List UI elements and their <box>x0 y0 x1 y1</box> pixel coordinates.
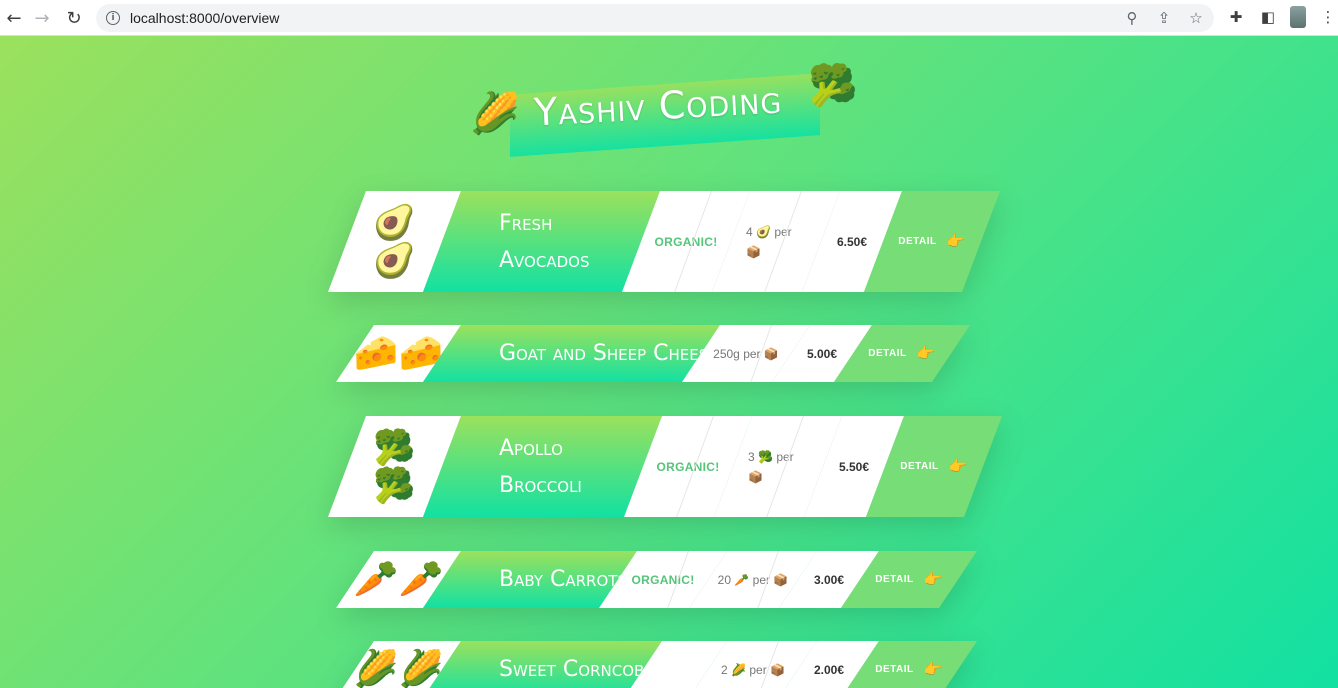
carrot-icon: 🥕 <box>734 572 750 587</box>
carrot-icon: 🥕 <box>353 558 399 600</box>
broccoli-icon: 🥦 <box>808 63 858 109</box>
zoom-icon[interactable]: ⚲ <box>1122 8 1142 28</box>
pointing-hand-icon: 👉 <box>946 232 966 250</box>
avocado-icon: 🥑 <box>756 224 771 239</box>
product-name: Apollo Broccoli <box>423 416 662 517</box>
product-card-cheese: 🧀🧀 Goat and Sheep Cheese 250g per 📦 5.00… <box>336 325 970 382</box>
pointing-hand-icon: 👉 <box>948 457 968 475</box>
product-name-text: Baby Carrots <box>499 567 627 592</box>
package-icon: 📦 <box>770 662 785 677</box>
site-info-icon[interactable]: i <box>106 11 120 25</box>
package-icon: 📦 <box>746 244 761 259</box>
site-header: 🌽 Yashiv Coding 🥦 <box>470 66 860 186</box>
forward-icon[interactable]: → <box>30 6 54 30</box>
pointing-hand-icon: 👉 <box>923 660 943 678</box>
product-name-line1: Fresh <box>499 210 553 236</box>
organic-badge: ORGANIC! <box>656 459 720 474</box>
side-panel-icon[interactable]: ◧ <box>1258 6 1278 28</box>
organic-badge: ORGANIC! <box>631 572 695 587</box>
price: 3.00€ <box>813 572 845 587</box>
product-name: Fresh Avocados <box>423 191 660 292</box>
broccoli-icon: 🥦 <box>373 465 416 506</box>
detail-label[interactable]: DETAIL <box>875 574 913 585</box>
menu-icon[interactable]: ⋮ <box>1318 6 1338 28</box>
price: 5.50€ <box>838 459 870 474</box>
back-icon[interactable]: ← <box>2 6 26 30</box>
url-text[interactable]: localhost:8000/overview <box>130 10 279 26</box>
product-name: Goat and Sheep Cheese <box>423 325 720 382</box>
quantity-per: per <box>776 449 794 464</box>
product-name-text: Goat and Sheep Cheese <box>499 341 718 366</box>
detail-label[interactable]: DETAIL <box>898 236 936 247</box>
quantity-count: 3 <box>748 449 755 464</box>
broccoli-icon: 🥦 <box>758 449 773 464</box>
corn-icon: 🌽 <box>470 91 520 137</box>
product-card-broccoli: 🥦 🥦 Apollo Broccoli ORGANIC! 3 🥦 per 📦 5… <box>328 416 1002 517</box>
package-icon: 📦 <box>773 572 789 587</box>
detail-label[interactable]: DETAIL <box>868 348 906 359</box>
package-icon: 📦 <box>748 469 763 484</box>
quantity-count: 2 <box>721 662 728 677</box>
pointing-hand-icon: 👉 <box>923 570 943 588</box>
profile-avatar[interactable] <box>1290 6 1306 28</box>
product-name-line2: Broccoli <box>499 472 582 498</box>
corn-icon: 🌽 <box>353 648 399 688</box>
product-name: Sweet Corncobs <box>423 641 662 688</box>
price: 5.00€ <box>806 346 838 361</box>
browser-toolbar: ← → ↻ i localhost:8000/overview ⚲ ⇪ ☆ ✚ … <box>0 0 1338 36</box>
product-card-carrots: 🥕🥕 Baby Carrots ORGANIC! 20 🥕 per 📦 3.00… <box>336 551 977 608</box>
corn-icon: 🌽 <box>731 662 746 677</box>
pointing-hand-icon: 👉 <box>916 344 936 362</box>
product-name-text: Sweet Corncobs <box>499 657 654 682</box>
quantity-per: per <box>749 662 767 677</box>
bookmark-star-icon[interactable]: ☆ <box>1186 8 1206 28</box>
product-card-corncobs: 🌽🌽 Sweet Corncobs 2 🌽 per 📦 2.00€ DETAIL… <box>336 641 977 688</box>
product-card-avocados: 🥑 🥑 Fresh Avocados ORGANIC! 4 🥑 per 📦 6.… <box>328 191 1000 292</box>
quantity-per: per <box>774 224 792 239</box>
address-bar[interactable]: i localhost:8000/overview ⚲ ⇪ ☆ <box>96 4 1214 32</box>
price: 2.00€ <box>813 662 845 677</box>
product-name-line2: Avocados <box>499 247 590 273</box>
reload-icon[interactable]: ↻ <box>62 6 86 30</box>
quantity-count: 250g <box>713 346 740 361</box>
extensions-icon[interactable]: ✚ <box>1226 6 1246 28</box>
package-icon: 📦 <box>763 346 779 361</box>
cheese-icon: 🧀 <box>353 332 399 374</box>
overview-page: 🌽 Yashiv Coding 🥦 🥑 🥑 Fresh Avocados ORG… <box>0 36 1338 688</box>
detail-label[interactable]: DETAIL <box>900 461 938 472</box>
share-icon[interactable]: ⇪ <box>1154 8 1174 28</box>
avocado-icon: 🥑 <box>373 240 416 281</box>
quantity-count: 4 <box>746 224 753 239</box>
detail-label[interactable]: DETAIL <box>875 664 913 675</box>
product-name-line1: Apollo <box>499 435 563 461</box>
avocado-icon: 🥑 <box>373 202 416 243</box>
price: 6.50€ <box>836 234 868 249</box>
quantity-count: 20 <box>717 572 732 587</box>
broccoli-icon: 🥦 <box>373 427 416 468</box>
organic-badge: ORGANIC! <box>654 234 718 249</box>
